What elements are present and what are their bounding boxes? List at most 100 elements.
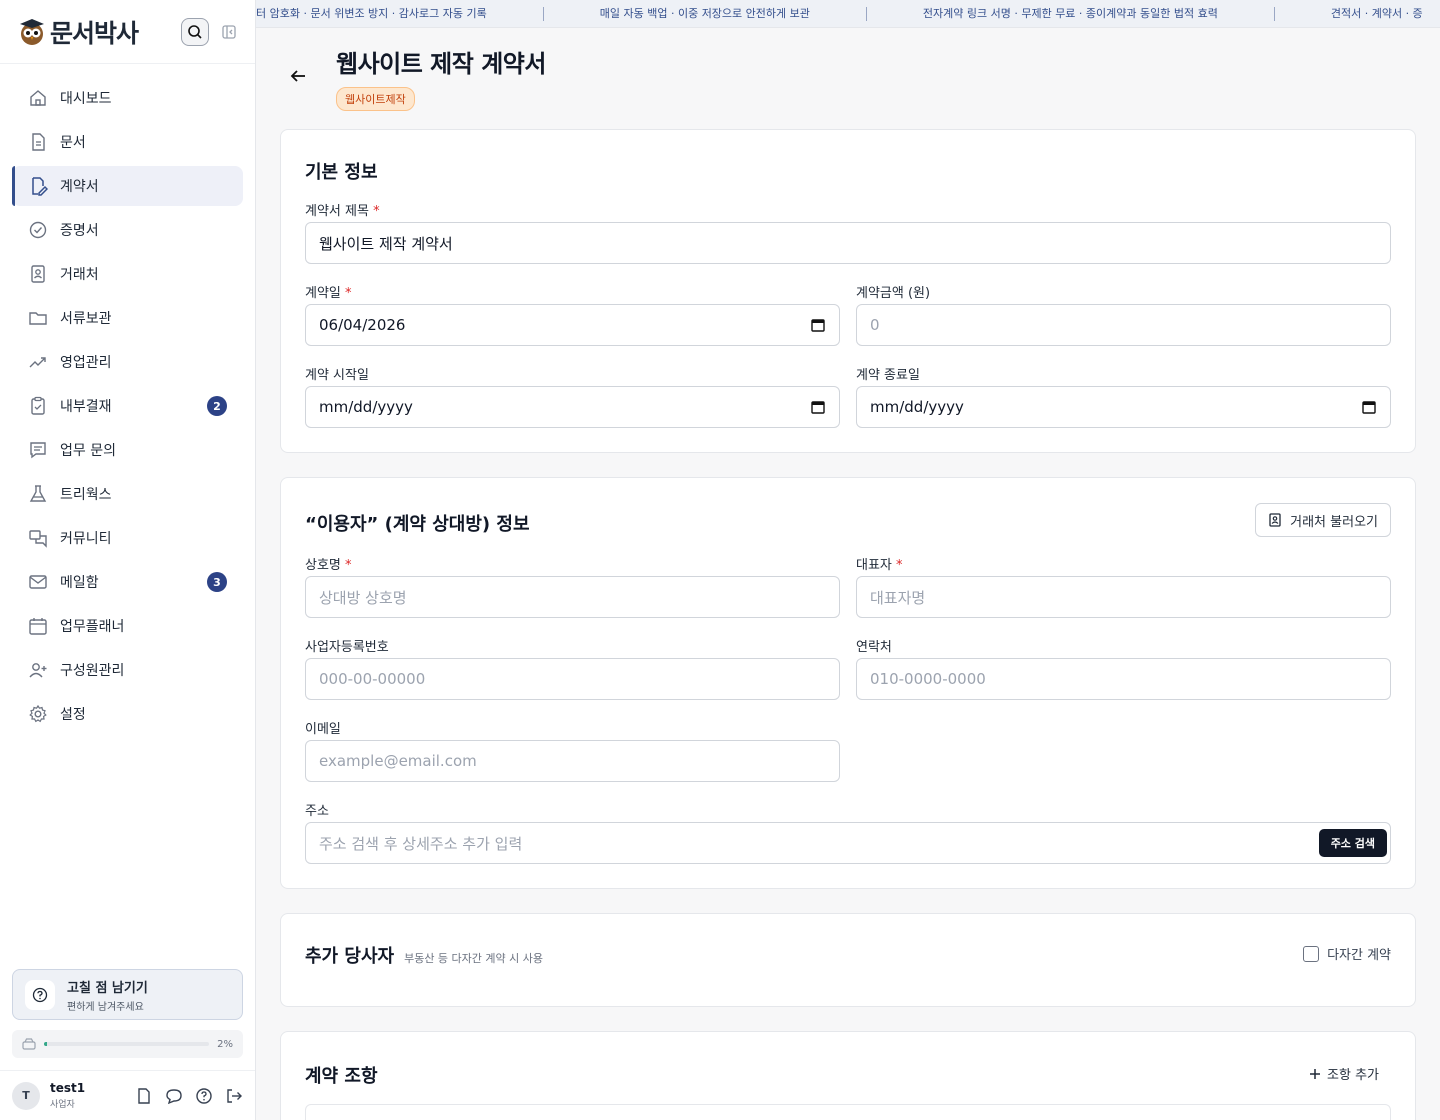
add-clause-button[interactable]: 조항 추가 <box>1309 1064 1379 1083</box>
feedback-button[interactable]: 고칠 점 남기기 편하게 남겨주세요 <box>12 969 243 1020</box>
arrow-left-icon <box>290 70 305 82</box>
contract-date-value: 06/04/2026 <box>319 316 406 334</box>
sidebar-item-label: 업무플래너 <box>60 619 125 635</box>
field-label: 상호명 * <box>305 554 352 573</box>
sidebar-item-archive[interactable]: 서류보관 <box>12 298 243 338</box>
required-mark: * <box>345 558 352 573</box>
logo-text: 문서박사 <box>50 18 139 48</box>
document-icon <box>32 133 45 151</box>
calendar-icon[interactable] <box>811 400 825 414</box>
section-title: 계약 조항 <box>305 1066 378 1087</box>
help-button[interactable] <box>195 1087 213 1105</box>
search-button[interactable] <box>181 17 209 46</box>
email-field[interactable]: example@email.com <box>305 740 840 782</box>
sidebar-item-community[interactable]: 커뮤니티 <box>12 518 243 558</box>
sidebar-item-label: 계약서 <box>60 179 99 195</box>
sidebar-item-mail[interactable]: 메일함 3 <box>12 562 243 602</box>
storage-usage: 2% <box>12 1030 243 1058</box>
sidebar-item-label: 트리웍스 <box>60 487 112 503</box>
contract-date-input[interactable]: 06/04/2026 <box>305 304 840 346</box>
back-button[interactable] <box>280 58 316 94</box>
address-input[interactable]: 주소 검색 후 상세주소 추가 입력 주소 검색 <box>305 822 1391 864</box>
collapse-sidebar-button[interactable] <box>219 22 239 42</box>
sidebar-item-label: 서류보관 <box>60 311 112 327</box>
phone-input[interactable]: 010-0000-0000 <box>856 658 1391 700</box>
user-plus-icon <box>29 663 47 678</box>
multi-party-toggle[interactable]: 다자간 계약 <box>1303 944 1391 963</box>
section-title: “이용자” (계약 상대방) 정보 <box>305 514 530 535</box>
sidebar-item-clients[interactable]: 거래처 <box>12 254 243 294</box>
chat-button[interactable] <box>165 1087 183 1105</box>
start-date-input[interactable]: mm/dd/yyyy <box>305 386 840 428</box>
plus-icon <box>1310 1068 1321 1079</box>
logout-button[interactable] <box>225 1087 243 1105</box>
sidebar-item-label: 메일함 <box>60 575 99 591</box>
sidebar-item-label: 커뮤니티 <box>60 531 112 547</box>
speech-bubble-icon <box>166 1088 182 1104</box>
page-title: 웹사이트 제작 계약서 <box>336 50 546 78</box>
sidebar-item-sales[interactable]: 영업관리 <box>12 342 243 382</box>
basic-info-card: 기본 정보 계약서 제목 * 웹사이트 제작 계약서 계약일 * 06/04/2… <box>280 129 1416 453</box>
trend-icon <box>29 357 46 368</box>
mail-count-badge: 3 <box>207 572 227 592</box>
ticker-item: 견적서 · 계약서 · 증 <box>1275 7 1440 21</box>
question-icon <box>25 979 55 1010</box>
company-name-input[interactable]: 상대방 상호명 <box>305 576 840 618</box>
required-mark: * <box>345 286 352 301</box>
contract-title-input[interactable]: 웹사이트 제작 계약서 <box>305 222 1391 264</box>
avatar[interactable]: T <box>12 1081 40 1110</box>
sidebar-item-label: 구성원관리 <box>60 663 125 679</box>
sidebar-item-certificates[interactable]: 증명서 <box>12 210 243 250</box>
contract-date-label: 계약일 <box>305 286 341 301</box>
sidebar-item-dashboard[interactable]: 대시보드 <box>12 78 243 118</box>
ticker-item: 매일 자동 백업 · 이중 저장으로 안전하게 보관 <box>544 7 867 21</box>
sidebar-item-members[interactable]: 구성원관리 <box>12 650 243 690</box>
required-mark: * <box>896 558 903 573</box>
sidebar-item-settings[interactable]: 설정 <box>12 694 243 734</box>
sidebar-item-triworks[interactable]: 트리웍스 <box>12 474 243 514</box>
end-date-input[interactable]: mm/dd/yyyy <box>856 386 1391 428</box>
ceo-name-input[interactable]: 대표자명 <box>856 576 1391 618</box>
end-date-label: 계약 종료일 <box>856 368 920 383</box>
logout-icon <box>227 1088 242 1103</box>
folder-icon <box>29 312 47 325</box>
field-label: 계약일 * <box>305 282 352 301</box>
contract-title-label: 계약서 제목 <box>305 204 369 219</box>
clipboard-icon <box>31 396 45 415</box>
import-client-label: 거래처 불러오기 <box>1290 514 1378 530</box>
address-search-button[interactable]: 주소 검색 <box>1318 829 1387 857</box>
ceo-label: 대표자 <box>856 558 892 573</box>
sidebar-item-documents[interactable]: 문서 <box>12 122 243 162</box>
storage-progress-bar <box>44 1042 210 1046</box>
feedback-subtitle: 편하게 남겨주세요 <box>67 1001 144 1013</box>
user-name: test1 <box>50 1081 86 1095</box>
sidebar-item-contracts[interactable]: 계약서 <box>12 166 243 206</box>
logo-row: 문서박사 <box>0 0 255 64</box>
category-tag: 웹사이트제작 <box>336 87 415 111</box>
storage-percent: 2% <box>217 1038 233 1050</box>
home-icon <box>30 90 46 106</box>
import-client-button[interactable]: 거래처 불러오기 <box>1255 503 1391 537</box>
amount-input[interactable]: 0 <box>856 304 1391 346</box>
email-label: 이메일 <box>305 722 341 737</box>
user-role: 사업자 <box>50 1100 75 1110</box>
flask-icon <box>29 485 47 502</box>
sidebar-item-label: 설정 <box>60 707 86 723</box>
contacts-icon <box>1269 513 1281 527</box>
multi-party-checkbox[interactable] <box>1303 945 1320 962</box>
address-placeholder: 주소 검색 후 상세주소 추가 입력 <box>319 834 523 853</box>
sidebar-item-inquiry[interactable]: 업무 문의 <box>12 430 243 470</box>
calendar-icon[interactable] <box>811 318 825 332</box>
business-number-input[interactable]: 000-00-00000 <box>305 658 840 700</box>
sidebar-item-approval[interactable]: 내부결재 2 <box>12 386 243 426</box>
notes-button[interactable] <box>135 1087 153 1105</box>
feedback-title: 고칠 점 남기기 <box>67 980 148 996</box>
sidebar: 문서박사 대시보드 문서 계약서 증명서 거래처 서류보관 영업관리 내부결재 … <box>0 0 256 1120</box>
calendar-icon[interactable] <box>1362 400 1376 414</box>
sidebar-item-label: 영업관리 <box>60 355 112 371</box>
company-label: 상호명 <box>305 558 341 573</box>
field-label: 계약서 제목 * <box>305 200 380 219</box>
logo[interactable]: 문서박사 <box>18 14 139 50</box>
bizno-label: 사업자등록번호 <box>305 640 389 655</box>
sidebar-item-planner[interactable]: 업무플래너 <box>12 606 243 646</box>
